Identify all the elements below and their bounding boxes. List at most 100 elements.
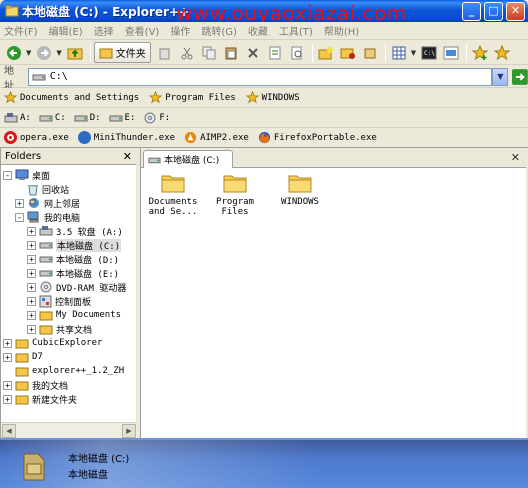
expand-icon[interactable]: + [3, 352, 12, 362]
toolbar-separator [466, 43, 468, 62]
expand-icon[interactable]: + [27, 310, 36, 320]
close-button[interactable]: ✕ [506, 2, 525, 21]
tab-strip: 本地磁盘 (C:) ✕ [141, 148, 526, 168]
menu-go[interactable]: 跳转(G) [201, 23, 237, 38]
go-arrow-icon[interactable] [512, 68, 528, 85]
paste-button[interactable] [221, 43, 241, 63]
delete-button[interactable] [243, 43, 263, 63]
expand-icon[interactable]: + [27, 324, 36, 334]
scroll-right-icon[interactable]: ▶ [122, 424, 136, 438]
star-plus-icon [472, 44, 489, 60]
app-label: FirefoxPortable.exe [273, 132, 377, 143]
expand-icon[interactable]: + [15, 198, 24, 208]
refresh-button[interactable] [441, 43, 461, 63]
menu-help[interactable]: 帮助(H) [324, 23, 359, 38]
tree-item-local-disk-e[interactable]: + 本地磁盘 (E:) [27, 266, 119, 280]
drive-button-c[interactable]: C: [39, 113, 66, 123]
drive-button-a[interactable]: A: [4, 112, 31, 124]
show-hidden-button[interactable] [338, 43, 358, 63]
expand-icon[interactable]: + [27, 282, 36, 292]
file-item-windows[interactable]: WINDOWS [270, 172, 330, 207]
maximize-button[interactable]: □ [484, 2, 503, 21]
bookmarks-button[interactable] [492, 43, 512, 63]
back-button[interactable] [4, 43, 24, 63]
drive-button-f[interactable]: F: [143, 112, 170, 124]
collapse-icon[interactable]: - [15, 212, 24, 222]
tree-item-label: DVD-RAM 驱动器 [56, 283, 127, 294]
expand-icon[interactable]: + [27, 240, 36, 250]
tree-item-my-documents[interactable]: + My Documents [27, 308, 121, 322]
forward-button[interactable] [34, 43, 54, 63]
collapse-icon[interactable]: - [3, 170, 12, 180]
menu-actions[interactable]: 操作 [170, 23, 190, 38]
menu-file[interactable]: 文件(F) [4, 23, 38, 38]
tree-item-cubicexplorer[interactable]: + CubicExplorer [3, 336, 102, 350]
bookmark-program-files[interactable]: Program Files [149, 91, 236, 104]
menu-tools[interactable]: 工具(T) [279, 23, 313, 38]
menu-view[interactable]: 查看(V) [125, 23, 160, 38]
tab-local-disk-c[interactable]: 本地磁盘 (C:) [143, 150, 233, 168]
up-button[interactable] [65, 43, 85, 63]
tree-item-control-panel[interactable]: + 控制面板 [27, 294, 91, 308]
expand-icon[interactable]: + [3, 338, 12, 348]
tree-item-desktop[interactable]: - 桌面 [3, 168, 50, 182]
menu-favorites[interactable]: 收藏 [248, 23, 268, 38]
expand-icon[interactable]: + [27, 226, 36, 236]
expand-icon[interactable]: + [27, 296, 36, 306]
expand-icon[interactable]: + [3, 380, 12, 390]
file-item-documents-and-settings[interactable]: Documents and Se... [143, 172, 203, 217]
tree-item-label: My Documents [56, 310, 122, 320]
menu-edit[interactable]: 编辑(E) [49, 23, 83, 38]
title-bar[interactable]: 本地磁盘 (C:) - Explorer++ www.ouyaoxiazai.c… [0, 0, 528, 25]
tree-item-explorerpp[interactable]: explorer++_1.2_ZH [3, 364, 124, 378]
back-dropdown-icon[interactable]: ▼ [26, 49, 31, 57]
views-button[interactable] [389, 43, 409, 63]
tree-item-shared-documents[interactable]: + 共享文档 [27, 322, 92, 336]
tree-item-local-disk-d[interactable]: + 本地磁盘 (D:) [27, 252, 119, 266]
menu-select[interactable]: 选择 [94, 23, 114, 38]
address-dropdown-icon[interactable]: ▼ [492, 67, 509, 86]
address-input[interactable]: C:\ [27, 67, 493, 86]
file-item-program-files[interactable]: Program Files [205, 172, 265, 217]
folder-icon [15, 395, 29, 404]
tab-close-icon[interactable]: ✕ [511, 151, 520, 164]
tree-item-my-documents-cn[interactable]: + 我的文档 [3, 378, 68, 392]
folders-toggle-button[interactable]: 文件夹 [93, 42, 151, 63]
cleanup-button[interactable] [360, 43, 380, 63]
properties-button[interactable] [265, 43, 285, 63]
add-bookmark-button[interactable] [470, 43, 490, 63]
expand-icon[interactable]: + [27, 268, 36, 278]
drive-button-d[interactable]: D: [74, 113, 101, 123]
folders-pane-close-icon[interactable]: ✕ [123, 150, 132, 163]
folder-tree: - 桌面 回收站 + 网上邻居 - 我的电脑 + 3.5 软盘 (A:) + 本… [1, 165, 136, 416]
forward-dropdown-icon[interactable]: ▼ [56, 49, 61, 57]
search-button[interactable] [287, 43, 307, 63]
copy-button[interactable] [199, 43, 219, 63]
expand-icon[interactable]: + [3, 394, 12, 404]
tree-item-local-disk-c[interactable]: + 本地磁盘 (C:) [27, 238, 122, 252]
tree-item-network[interactable]: + 网上邻居 [15, 196, 80, 210]
command-prompt-button[interactable]: C:\ [419, 43, 439, 63]
tree-item-d7[interactable]: + D7 [3, 350, 43, 364]
desktop-icon [15, 169, 29, 180]
bookmark-windows[interactable]: WINDOWS [245, 91, 300, 104]
tree-item-new-folder[interactable]: + 新建文件夹 [3, 392, 77, 406]
new-folder-button[interactable] [316, 43, 336, 63]
app-firefox-portable[interactable]: FirefoxPortable.exe [258, 131, 377, 144]
tree-item-recycle-bin[interactable]: 回收站 [15, 182, 69, 196]
minimize-button[interactable]: _ [462, 2, 481, 21]
folders-horizontal-scrollbar[interactable]: ◀ ▶ [1, 422, 137, 438]
scroll-left-icon[interactable]: ◀ [2, 424, 16, 438]
tree-item-my-computer[interactable]: - 我的电脑 [15, 210, 80, 224]
expand-icon[interactable]: + [27, 254, 36, 264]
bookmark-documents-and-settings[interactable]: Documents and Settings [4, 91, 139, 104]
tree-item-floppy-a[interactable]: + 3.5 软盘 (A:) [27, 224, 123, 238]
views-dropdown-icon[interactable]: ▼ [411, 49, 416, 57]
tree-item-dvd-drive[interactable]: + DVD-RAM 驱动器 [27, 280, 126, 294]
app-minithunder[interactable]: MiniThunder.exe [77, 131, 175, 144]
app-aimp2[interactable]: AIMP2.exe [184, 131, 249, 144]
drive-button-e[interactable]: E: [109, 113, 135, 123]
cut-button[interactable] [177, 43, 197, 63]
copy-to-button[interactable] [155, 43, 175, 63]
app-opera[interactable]: opera.exe [4, 131, 69, 144]
